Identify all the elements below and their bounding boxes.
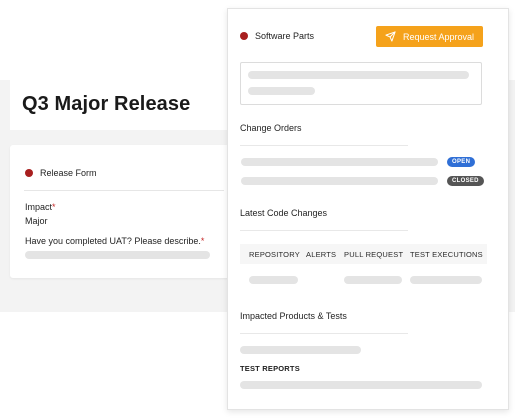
column-repository[interactable]: REPOSITORY [249, 250, 300, 259]
table-cell-placeholder [249, 276, 298, 284]
uat-answer-placeholder[interactable] [25, 251, 210, 259]
status-dot-icon [25, 169, 33, 177]
request-approval-button[interactable]: Request Approval [376, 26, 483, 47]
loading-placeholder [248, 87, 315, 95]
status-badge-open: OPEN [447, 157, 476, 167]
software-parts-title: Software Parts [255, 31, 315, 41]
uat-label: Have you completed UAT? Please describe.… [25, 236, 205, 246]
test-reports-placeholder [240, 381, 482, 389]
column-test-executions[interactable]: TEST EXECUTIONS [410, 250, 483, 259]
change-orders-title: Change Orders [240, 123, 302, 133]
release-form-title: Release Form [40, 168, 97, 178]
software-parts-header: Software Parts [240, 31, 314, 41]
impacted-products-title: Impacted Products & Tests [240, 311, 347, 321]
divider [240, 145, 408, 146]
change-order-row[interactable] [241, 177, 438, 185]
send-icon [385, 31, 396, 42]
table-cell-placeholder [410, 276, 482, 284]
status-badge-closed: CLOSED [447, 176, 484, 186]
status-dot-icon [240, 32, 248, 40]
page-title: Q3 Major Release [22, 93, 191, 115]
impact-value[interactable]: Major [25, 216, 48, 226]
impact-label: Impact* [25, 202, 56, 212]
column-pull-request[interactable]: PULL REQUEST [344, 250, 403, 259]
loading-placeholder [240, 346, 361, 354]
software-parts-box [240, 62, 482, 105]
table-cell-placeholder [344, 276, 402, 284]
loading-placeholder [248, 71, 469, 79]
test-reports-label: TEST REPORTS [240, 364, 300, 373]
change-order-row[interactable] [241, 158, 438, 166]
divider [240, 230, 408, 231]
release-form-header: Release Form [25, 168, 97, 178]
divider [24, 190, 224, 191]
divider [240, 333, 408, 334]
column-alerts[interactable]: ALERTS [306, 250, 336, 259]
latest-code-changes-title: Latest Code Changes [240, 208, 328, 218]
